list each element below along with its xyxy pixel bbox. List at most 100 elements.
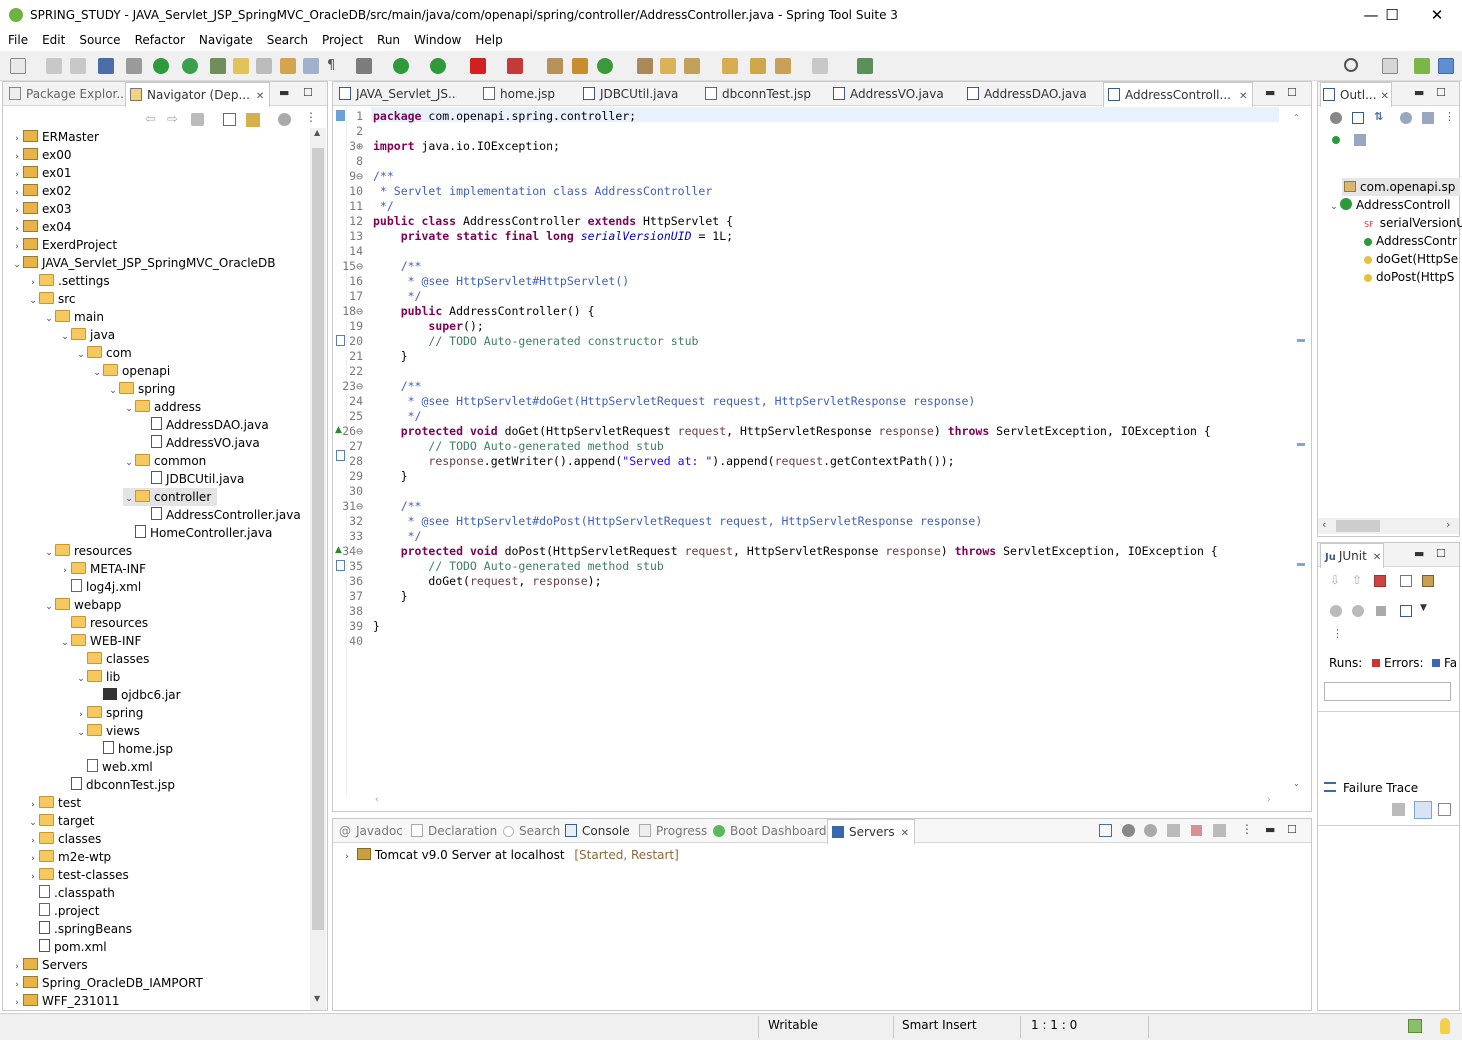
tree-item[interactable]: ⌄ spring	[107, 380, 175, 398]
chevron-down-icon[interactable]: ⌄	[91, 364, 103, 382]
chevron-down-icon[interactable]: ⌄	[123, 400, 135, 418]
tree-item[interactable]: AddressController.java	[139, 506, 301, 524]
minimize-view-icon[interactable]: ▬	[279, 86, 289, 99]
chevron-down-icon[interactable]: ▼	[1420, 603, 1427, 613]
tree-item[interactable]: classes	[75, 650, 149, 668]
tab-navigator[interactable]: Navigator (Dep... ✕	[125, 82, 270, 107]
chevron-down-icon[interactable]: ⌄	[27, 292, 39, 310]
tree-item[interactable]: dbconnTest.jsp	[59, 776, 175, 794]
minimize-view-icon[interactable]: ▬	[1414, 547, 1424, 560]
refresh-icon[interactable]	[182, 58, 198, 74]
tree-item[interactable]: ⌄ src	[27, 290, 76, 308]
code-line[interactable]: */	[373, 289, 422, 304]
tree-item[interactable]: › ex04	[11, 218, 72, 236]
run-external-icon[interactable]	[430, 58, 446, 74]
scroll-left-icon[interactable]: ‹	[375, 795, 379, 805]
code-line[interactable]: */	[373, 199, 394, 214]
outline-scroll-thumb[interactable]	[1336, 520, 1380, 532]
tips-icon[interactable]	[1440, 1018, 1450, 1034]
terminate-icon[interactable]	[507, 58, 523, 74]
tree-item[interactable]: .classpath	[27, 884, 115, 902]
outline-class[interactable]: ⌄ AddressControll	[1328, 196, 1451, 214]
tree-item[interactable]: log4j.xml	[59, 578, 141, 596]
menu-run[interactable]: Run	[369, 31, 406, 49]
save-icon[interactable]	[46, 58, 62, 74]
tree-item[interactable]: › m2e-wtp	[27, 848, 111, 866]
start-server-icon[interactable]	[1144, 824, 1157, 837]
chevron-down-icon[interactable]: ⌄	[1328, 198, 1340, 216]
public-filter-icon[interactable]	[1332, 136, 1340, 144]
search-task-icon[interactable]	[684, 58, 700, 74]
tree-item[interactable]: web.xml	[75, 758, 153, 776]
code-line[interactable]: /**	[373, 379, 422, 394]
layout-icon[interactable]	[1400, 605, 1412, 617]
maximize-view-icon[interactable]: ☐	[1287, 86, 1297, 99]
code-line[interactable]: /**	[373, 169, 394, 184]
spring-perspective-icon[interactable]	[1414, 58, 1430, 74]
chevron-down-icon[interactable]: ⌄	[75, 670, 87, 688]
block-select-icon[interactable]	[303, 58, 319, 74]
java-perspective-icon[interactable]	[1438, 58, 1454, 74]
tree-item[interactable]: ⌄ java	[59, 326, 115, 344]
close-icon[interactable]: ✕	[256, 91, 264, 102]
tree-item[interactable]: .project	[27, 902, 99, 920]
tree-item[interactable]: › WFF_231011	[11, 992, 119, 1008]
new-java-icon[interactable]	[597, 58, 613, 74]
tree-item[interactable]: ⌄ WEB-INF	[59, 632, 141, 650]
code-line[interactable]: * @see HttpServlet#doPost(HttpServletReq…	[373, 514, 983, 529]
menu-file[interactable]: File	[0, 31, 34, 49]
code-line[interactable]: private static final long serialVersionU…	[373, 229, 733, 244]
tab-outline[interactable]: Outl... ✕	[1320, 82, 1392, 107]
search-icon[interactable]	[1344, 58, 1358, 72]
tree-item[interactable]: › Spring_OracleDB_IAMPORT	[11, 974, 203, 992]
scroll-lock-icon[interactable]	[1400, 575, 1412, 587]
tree-item[interactable]: home.jsp	[91, 740, 173, 758]
debug-server-icon[interactable]	[1122, 824, 1135, 837]
code-area[interactable]: package com.openapi.spring.controller; im…	[373, 109, 1279, 789]
new-spring-project-icon[interactable]	[547, 58, 563, 74]
forward-arrow-icon[interactable]: ⇨	[167, 112, 178, 127]
open-perspective-icon[interactable]	[1382, 58, 1398, 74]
tree-item[interactable]: › ERMaster	[11, 128, 99, 146]
code-line[interactable]: public AddressController() {	[373, 304, 595, 319]
maximize-view-icon[interactable]: ☐	[1287, 823, 1297, 836]
more-options-icon[interactable]: ⋮	[305, 110, 317, 124]
tab-addressdao-java[interactable]: AddressDAO.java	[967, 82, 1097, 106]
forward-icon[interactable]	[812, 58, 828, 74]
open-type-icon[interactable]	[637, 58, 653, 74]
code-line[interactable]: // TODO Auto-generated method stub	[373, 439, 663, 454]
hide-fields-icon[interactable]	[1400, 112, 1412, 124]
sort-icon[interactable]: ⇅	[1374, 110, 1383, 123]
scroll-up-icon[interactable]: ▲	[314, 128, 320, 137]
tab-dbconntest-jsp[interactable]: dbconnTest.jsp	[705, 82, 820, 106]
last-edit-icon[interactable]	[750, 58, 766, 74]
code-line[interactable]: * Servlet implementation class AddressCo…	[373, 184, 712, 199]
code-line[interactable]: super();	[373, 319, 483, 334]
annotation-icon[interactable]	[280, 58, 296, 74]
tab-boot-dashboard[interactable]: Boot Dashboard	[713, 819, 827, 843]
previous-failure-icon[interactable]: ⇧	[1352, 573, 1362, 587]
outline-constructor[interactable]: AddressContr	[1364, 232, 1457, 250]
tab-package-explorer[interactable]: Package Explor...	[9, 82, 124, 106]
chevron-right-icon[interactable]: ›	[11, 994, 23, 1008]
code-line[interactable]: protected void doPost(HttpServletRequest…	[373, 544, 1218, 559]
code-line[interactable]: }	[373, 349, 408, 364]
menu-window[interactable]: Window	[406, 31, 467, 49]
history-icon[interactable]	[1422, 575, 1434, 587]
tab-junit[interactable]: Ju JUnit ✕	[1320, 543, 1384, 568]
code-line[interactable]: }	[373, 469, 408, 484]
chevron-down-icon[interactable]: ⌄	[43, 544, 55, 562]
code-line[interactable]: public class AddressController extends H…	[373, 214, 733, 229]
view-menu-icon[interactable]	[278, 113, 291, 126]
code-line[interactable]: }	[373, 589, 408, 604]
new-icon[interactable]	[10, 58, 26, 74]
tree-item[interactable]: ⌄ views	[75, 722, 140, 740]
code-line[interactable]: * @see HttpServlet#HttpServlet()	[373, 274, 630, 289]
menu-edit[interactable]: Edit	[34, 31, 71, 49]
navigator-scroll-thumb[interactable]	[312, 148, 324, 930]
stop-server-icon[interactable]	[1191, 825, 1202, 836]
tab-jdbcutil-java[interactable]: JDBCUtil.java	[583, 82, 698, 106]
collapse-all-icon[interactable]	[223, 113, 236, 126]
tree-item[interactable]: ⌄ common	[123, 452, 206, 470]
code-line[interactable]: */	[373, 529, 422, 544]
